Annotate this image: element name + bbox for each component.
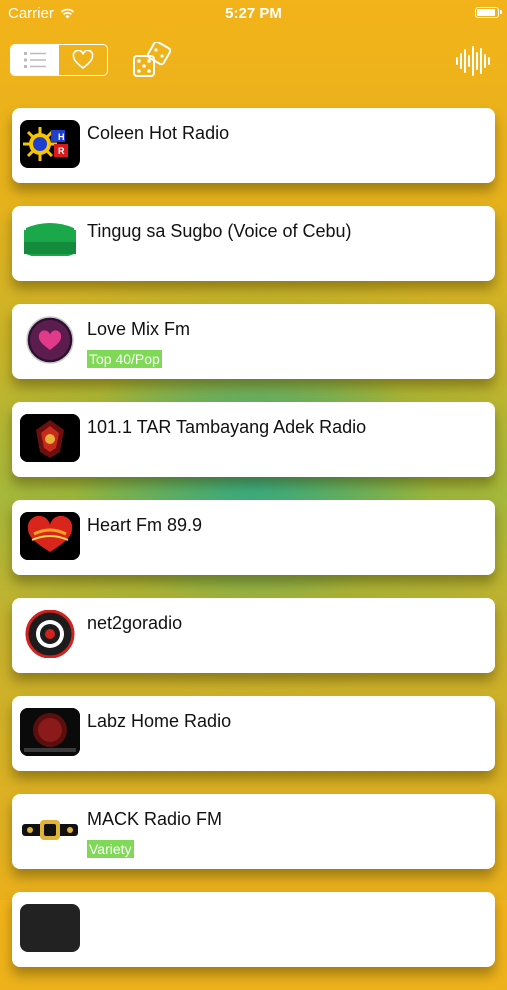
- station-row[interactable]: Tingug sa Sugbo (Voice of Cebu): [12, 206, 495, 281]
- all-stations-tab[interactable]: [11, 45, 59, 75]
- station-name: Love Mix Fm: [87, 319, 191, 339]
- station-logo: [20, 316, 80, 364]
- soundwave-icon[interactable]: [455, 44, 493, 78]
- station-row[interactable]: MACK Radio FM Variety: [12, 794, 495, 869]
- station-name: Tingug sa Sugbo (Voice of Cebu): [87, 221, 352, 241]
- station-logo: [20, 512, 80, 560]
- list-icon: [24, 52, 46, 68]
- station-logo: H R: [20, 120, 80, 168]
- status-bar: Carrier 5:27 PM: [0, 0, 507, 28]
- station-row[interactable]: Heart Fm 89.9: [12, 500, 495, 575]
- station-row[interactable]: H R Coleen Hot Radio: [12, 108, 495, 183]
- toolbar: [0, 42, 507, 82]
- station-row[interactable]: net2goradio: [12, 598, 495, 673]
- battery-level: [477, 9, 495, 16]
- svg-text:H: H: [58, 132, 65, 142]
- station-name: Labz Home Radio: [87, 711, 232, 731]
- station-logo: [20, 904, 80, 952]
- station-name: Heart Fm 89.9: [87, 515, 203, 535]
- battery-icon: [475, 7, 502, 18]
- station-logo: [20, 806, 80, 854]
- heart-icon: [72, 50, 94, 70]
- genre-badge: Top 40/Pop: [87, 350, 162, 368]
- view-segmented-control: [10, 44, 108, 76]
- station-row[interactable]: Labz Home Radio: [12, 696, 495, 771]
- dice-icon[interactable]: [132, 42, 174, 80]
- favorites-tab[interactable]: [59, 45, 107, 75]
- station-name: 101.1 TAR Tambayang Adek Radio: [87, 417, 367, 437]
- station-logo: [20, 218, 80, 266]
- station-name: MACK Radio FM: [87, 809, 223, 829]
- station-name: Coleen Hot Radio: [87, 123, 230, 143]
- status-time: 5:27 PM: [225, 5, 282, 22]
- genre-badge: Variety: [87, 840, 134, 858]
- station-name: net2goradio: [87, 613, 183, 633]
- station-logo: [20, 610, 80, 658]
- station-logo: [20, 708, 80, 756]
- station-logo: [20, 414, 80, 462]
- station-row[interactable]: [12, 892, 495, 967]
- svg-text:R: R: [58, 146, 65, 156]
- station-row[interactable]: Love Mix Fm Top 40/Pop: [12, 304, 495, 379]
- station-list: H R Coleen Hot Radio Tingug sa Sugbo (Vo…: [12, 108, 495, 990]
- station-row[interactable]: 101.1 TAR Tambayang Adek Radio: [12, 402, 495, 477]
